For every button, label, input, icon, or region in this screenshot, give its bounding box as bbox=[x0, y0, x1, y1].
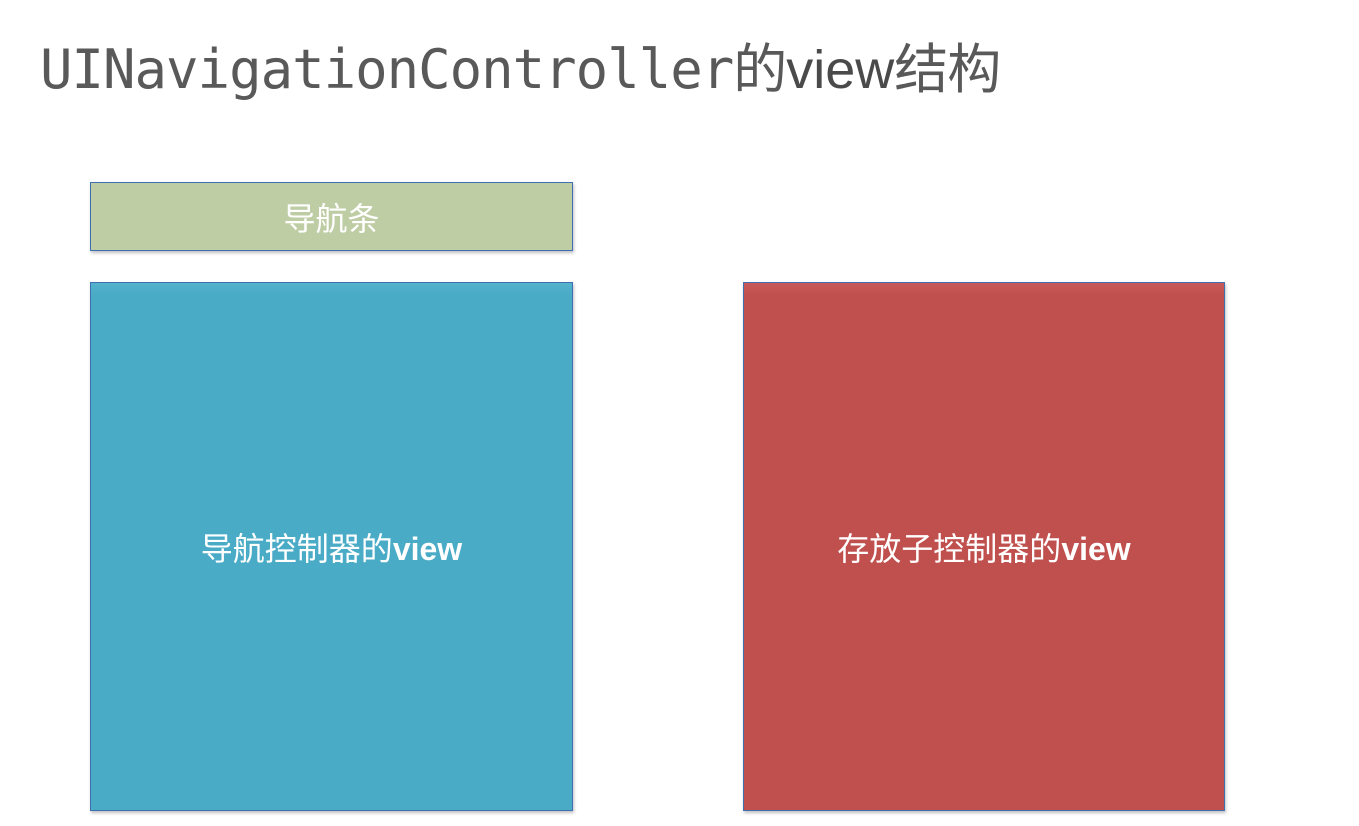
navigation-bar-label: 导航条 bbox=[283, 199, 380, 238]
child-controller-view-box: 存放子控制器的view bbox=[743, 282, 1225, 811]
nav-controller-view-label-strong: view bbox=[392, 530, 463, 567]
title-prefix: UINavigationController的 bbox=[40, 38, 787, 101]
nav-controller-view-label-prefix: 导航控制器的 bbox=[200, 529, 393, 568]
nav-controller-view-box: 导航控制器的view bbox=[90, 282, 573, 811]
page-title: UINavigationController的view结构 bbox=[40, 30, 1001, 110]
nav-controller-view-label: 导航控制器的view bbox=[201, 524, 462, 570]
title-strong: view bbox=[786, 40, 895, 100]
title-suffix: 结构 bbox=[894, 38, 1001, 101]
child-controller-view-label: 存放子控制器的view bbox=[837, 524, 1130, 570]
navigation-bar-box: 导航条 bbox=[90, 182, 573, 251]
child-controller-view-label-strong: view bbox=[1061, 530, 1131, 567]
child-controller-view-label-prefix: 存放子控制器的 bbox=[837, 529, 1062, 568]
